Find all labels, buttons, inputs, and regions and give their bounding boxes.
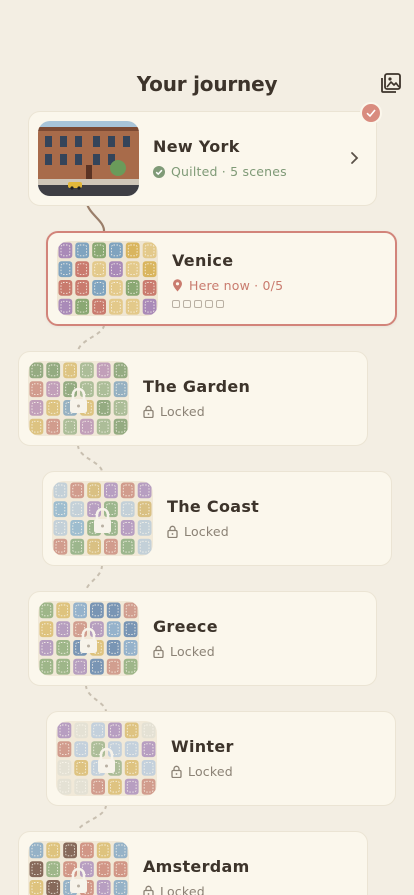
check-circle-icon bbox=[153, 165, 165, 178]
chevron-right-icon[interactable] bbox=[348, 149, 362, 167]
card-title: Greece bbox=[153, 617, 218, 636]
lock-icon bbox=[167, 525, 178, 538]
header: Your journey bbox=[0, 70, 414, 102]
journey-card-winter[interactable]: Winter Locked bbox=[46, 711, 396, 806]
journey-card-the-garden[interactable]: The Garden Locked bbox=[18, 351, 368, 446]
amsterdam-thumbnail bbox=[28, 841, 129, 895]
card-title: The Garden bbox=[143, 377, 251, 396]
venice-thumbnail bbox=[57, 241, 158, 316]
check-icon bbox=[366, 109, 376, 118]
card-status: Locked bbox=[160, 404, 205, 419]
journey-card-the-coast[interactable]: The Coast Locked bbox=[42, 471, 392, 566]
progress-dot bbox=[216, 300, 224, 308]
completed-badge bbox=[360, 102, 382, 124]
lock-icon bbox=[143, 885, 154, 895]
lock-icon bbox=[171, 765, 182, 778]
journey-card-amsterdam[interactable]: Amsterdam Locked bbox=[18, 831, 368, 895]
location-pin-icon bbox=[173, 279, 182, 292]
gallery-icon[interactable] bbox=[380, 72, 402, 94]
journey-card-greece[interactable]: Greece Locked bbox=[28, 591, 377, 686]
card-status: Quilted · 5 scenes bbox=[171, 164, 287, 179]
lock-icon bbox=[143, 405, 154, 418]
card-title: Venice bbox=[172, 251, 234, 270]
card-status: Locked bbox=[188, 764, 233, 779]
card-status: Locked bbox=[184, 524, 229, 539]
card-title: Winter bbox=[171, 737, 234, 756]
journey-card-venice[interactable]: Venice Here now · 0/5 bbox=[46, 231, 397, 326]
journey-card-new-york[interactable]: New York Quilted · 5 scenes bbox=[28, 102, 382, 206]
card-title: Amsterdam bbox=[143, 857, 250, 876]
garden-thumbnail bbox=[28, 361, 129, 436]
card-title: The Coast bbox=[167, 497, 260, 516]
lock-icon bbox=[153, 645, 164, 658]
progress-dot bbox=[194, 300, 202, 308]
coast-thumbnail bbox=[52, 481, 153, 556]
greece-thumbnail bbox=[38, 601, 139, 676]
card-status: Locked bbox=[170, 644, 215, 659]
card-status: Here now · 0/5 bbox=[189, 278, 284, 293]
progress-dot bbox=[172, 300, 180, 308]
scene-progress bbox=[172, 300, 224, 308]
card-status: Locked bbox=[160, 884, 205, 895]
progress-dot bbox=[205, 300, 213, 308]
page-title: Your journey bbox=[136, 72, 278, 96]
card-title: New York bbox=[153, 137, 240, 156]
winter-thumbnail bbox=[56, 721, 157, 796]
new-york-thumbnail bbox=[38, 121, 139, 196]
progress-dot bbox=[183, 300, 191, 308]
